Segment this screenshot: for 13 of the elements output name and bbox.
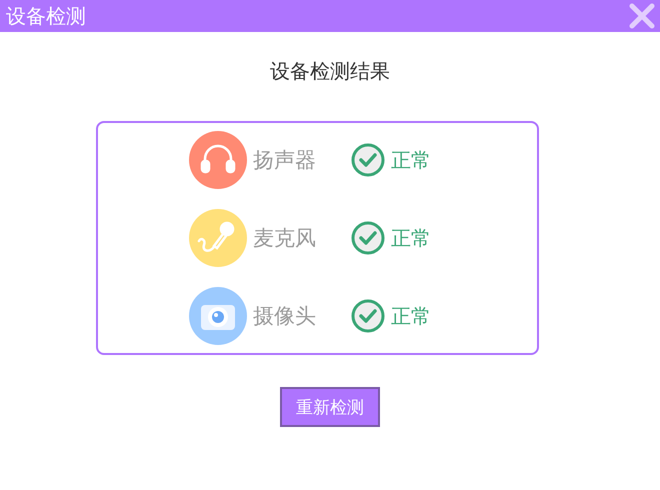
camera-icon <box>189 287 247 345</box>
device-name: 扬声器 <box>253 147 317 174</box>
result-heading: 设备检测结果 <box>269 58 391 85</box>
status-text: 正常 <box>391 302 431 330</box>
microphone-icon <box>189 209 247 267</box>
status-text: 正常 <box>391 224 431 252</box>
recheck-button[interactable]: 重新检测 <box>280 387 380 427</box>
status-text: 正常 <box>391 146 431 174</box>
headphones-icon <box>189 131 247 189</box>
device-name: 麦克风 <box>253 225 317 252</box>
window-title: 设备检测 <box>6 2 86 30</box>
device-name: 摄像头 <box>253 303 317 330</box>
close-icon[interactable] <box>628 3 656 29</box>
